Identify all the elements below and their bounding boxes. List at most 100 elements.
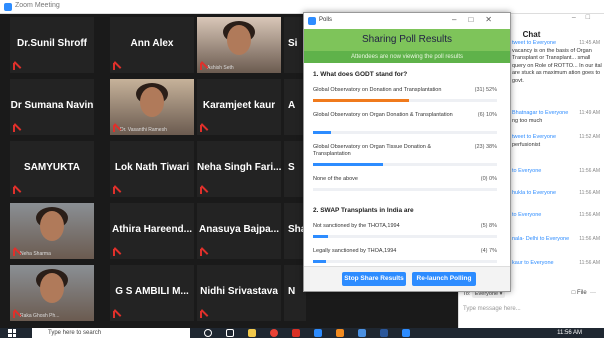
participant-tile[interactable]: Raka Ghosh Ph... (10, 265, 94, 321)
participant-video-label: Raka Ghosh Ph... (20, 313, 60, 319)
poll-option: Global Observatory on Organ Donation & T… (313, 112, 497, 134)
poll-question: 2. SWAP Transplants in India are (313, 207, 414, 214)
chat-file-button[interactable]: □ File ··· (572, 290, 596, 296)
chrome-icon[interactable] (270, 329, 278, 337)
zoom-titlebar: Zoom Meeting (0, 0, 604, 14)
poll-result-bar (313, 131, 332, 134)
chat-message-time: 11:56 AM (579, 168, 600, 174)
poll-option-result: (0) 0% (480, 176, 497, 182)
taskbar-search-input[interactable]: Type here to search (32, 328, 190, 338)
muted-mic-icon (200, 311, 206, 318)
participant-tile[interactable]: G S AMBILI M... (110, 265, 194, 321)
participant-name: Nidhi Srivastava (200, 286, 278, 297)
poll-option-result: (5) 8% (480, 223, 497, 229)
muted-mic-icon (13, 125, 19, 132)
poll-option-label: Global Observatory on Organ Donation & T… (313, 112, 453, 118)
poll-results: 1. What does GODT stand for? Global Obser… (304, 63, 510, 268)
chat-message-text: ng too much (512, 117, 543, 124)
participant-face (140, 87, 164, 117)
task-view-icon[interactable] (226, 329, 234, 337)
poll-result-bar (313, 260, 326, 263)
relaunch-polling-button[interactable]: Re-launch Polling (412, 272, 476, 286)
muted-mic-icon (200, 125, 206, 132)
participant-name: Neha Singh Fari... (197, 162, 281, 173)
chat-message-time: 11:49 AM (579, 110, 600, 116)
zoom-logo-icon (308, 17, 316, 25)
muted-mic-icon (113, 311, 119, 318)
poll-question: 1. What does GODT stand for? (313, 71, 408, 78)
participant-tile[interactable]: Ashish Seth (197, 17, 281, 73)
muted-mic-icon (113, 63, 119, 70)
muted-mic-icon (13, 311, 19, 318)
chat-message-text: vacancy is on the basis of Organ Transpl… (512, 47, 602, 84)
participant-name: Dr Sumana Navin (10, 100, 94, 111)
chat-message-time: 11:52 AM (579, 134, 600, 140)
word-icon[interactable] (380, 329, 388, 337)
poll-option-label: Global Observatory on Donation and Trans… (313, 87, 442, 93)
poll-option: Not sanctioned by the THOTA,1994 (5) 8% (313, 223, 497, 238)
participant-name: Athira Hareend... (111, 224, 193, 235)
poll-result-bar (313, 235, 328, 238)
participant-tile[interactable]: Neha Singh Fari... (197, 141, 281, 197)
participant-video-label: Dr. Vasanthi Ramesh (120, 127, 167, 133)
participant-tile[interactable]: Neha Sharma (10, 203, 94, 259)
polls-footer: Stop Share Results Re-launch Polling (304, 266, 510, 291)
muted-mic-icon (13, 63, 19, 70)
poll-result-bar-track (313, 163, 497, 166)
participant-name: Karamjeet kaur (202, 100, 276, 111)
chat-message-input[interactable]: Type message here... (463, 306, 521, 312)
chat-message-time: 11:56 AM (579, 212, 600, 218)
poll-result-bar-track (313, 99, 497, 102)
zoom-taskbar-icon[interactable] (314, 329, 322, 337)
participant-tile[interactable]: Dr.Sunil Shroff (10, 17, 94, 73)
polls-window: Polls –□✕ Sharing Poll Results Attendees… (303, 12, 511, 292)
app-icon[interactable] (358, 329, 366, 337)
participant-face (40, 273, 64, 303)
polls-window-controls[interactable]: –□✕ (452, 15, 504, 24)
poll-option-label: Global Observatory on Organ Tissue Donat… (313, 144, 432, 157)
chat-message-sender: tweet to Everyone (512, 134, 557, 140)
muted-mic-icon (200, 249, 206, 256)
chat-window-controls[interactable]: –□ (572, 14, 600, 21)
poll-option-result: (6) 10% (477, 112, 497, 118)
participant-name: Lok Nath Tiwari (114, 162, 190, 173)
participant-name: Dr.Sunil Shroff (17, 38, 87, 49)
cortana-icon[interactable] (204, 329, 212, 337)
windows-start-icon[interactable] (8, 329, 16, 337)
chat-message-sender: hukla to Everyone (512, 190, 557, 196)
file-explorer-icon[interactable] (248, 329, 256, 337)
poll-option-label: Legally sanctioned by THOA,1994 (313, 248, 397, 254)
participant-tile[interactable]: Karamjeet kaur (197, 79, 281, 135)
participant-tile[interactable]: Anasuya Bajpa... (197, 203, 281, 259)
poll-option-label: Not sanctioned by the THOTA,1994 (313, 223, 400, 229)
poll-result-bar-track (313, 235, 497, 238)
app-icon[interactable] (336, 329, 344, 337)
polls-titlebar: Polls –□✕ (304, 13, 510, 29)
poll-option-result: (23) 38% (474, 144, 497, 150)
muted-mic-icon (200, 187, 206, 194)
muted-mic-icon (113, 187, 119, 194)
participant-name: SAMYUKTA (24, 162, 80, 173)
acrobat-icon[interactable] (292, 329, 300, 337)
participant-tile[interactable]: Nidhi Srivastava (197, 265, 281, 321)
muted-mic-icon (13, 187, 19, 194)
stop-share-results-button[interactable]: Stop Share Results (342, 272, 406, 286)
poll-option-result: (4) 7% (480, 248, 497, 254)
zoom-taskbar-icon[interactable] (402, 329, 410, 337)
muted-mic-icon (200, 63, 206, 70)
participant-face (227, 25, 251, 55)
chat-message-sender: to Everyone (512, 212, 542, 218)
participant-grid: Dr.Sunil Shroff Ann Alex Ashish Seth Si Dr S… (10, 17, 306, 322)
poll-result-bar (313, 163, 383, 166)
chat-message-text: perfusionist (512, 141, 541, 148)
participant-tile[interactable]: Dr Sumana Navin (10, 79, 94, 135)
participant-tile[interactable]: Athira Hareend... (110, 203, 194, 259)
participant-tile[interactable]: Lok Nath Tiwari (110, 141, 194, 197)
poll-result-bar-track (313, 188, 497, 191)
participant-tile[interactable]: Ann Alex (110, 17, 194, 73)
poll-result-bar (313, 99, 409, 102)
participant-tile[interactable]: Dr. Vasanthi Ramesh (110, 79, 194, 135)
participant-tile[interactable]: SAMYUKTA (10, 141, 94, 197)
chat-message-sender: Bhatnagar to Everyone (512, 110, 569, 116)
chat-message-time: 11:56 AM (579, 260, 600, 266)
